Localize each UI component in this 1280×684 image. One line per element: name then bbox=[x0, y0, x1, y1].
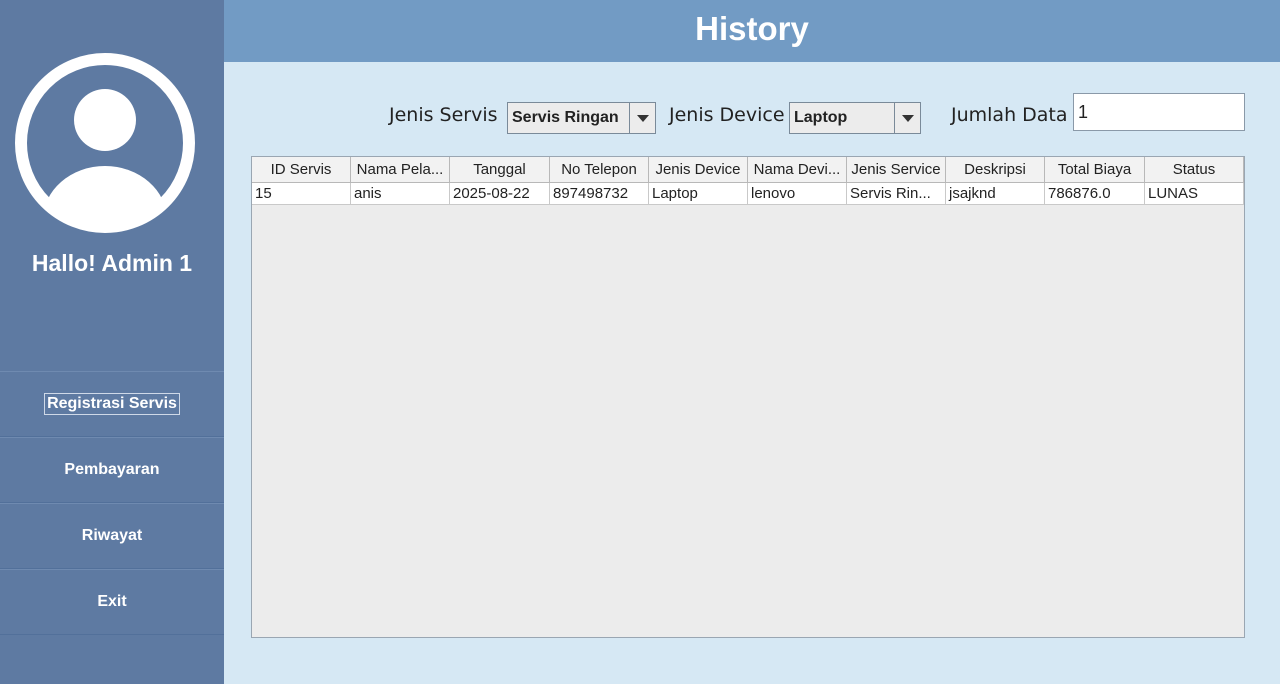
column-header[interactable]: Jenis Service bbox=[847, 157, 946, 183]
jenis-servis-value: Servis Ringan bbox=[512, 109, 619, 126]
table-cell: 897498732 bbox=[550, 183, 649, 205]
column-header[interactable]: Nama Devi... bbox=[748, 157, 847, 183]
jenis-device-label: Jenis Device bbox=[669, 104, 785, 126]
main-content: Jenis Servis Servis Ringan Jenis Device … bbox=[224, 62, 1280, 684]
table-cell: 2025-08-22 bbox=[450, 183, 550, 205]
table-cell: Servis Rin... bbox=[847, 183, 946, 205]
table-cell: jsajknd bbox=[946, 183, 1045, 205]
table-cell: anis bbox=[351, 183, 450, 205]
table-cell: lenovo bbox=[748, 183, 847, 205]
jenis-servis-label: Jenis Servis bbox=[389, 104, 498, 126]
column-header[interactable]: Jenis Device bbox=[649, 157, 748, 183]
sidebar-item-exit[interactable]: Exit bbox=[0, 569, 224, 635]
jenis-device-value: Laptop bbox=[794, 109, 848, 126]
table-cell: Laptop bbox=[649, 183, 748, 205]
jenis-servis-select[interactable]: Servis Ringan bbox=[507, 102, 656, 134]
jumlah-data-field[interactable]: 1 bbox=[1073, 93, 1245, 131]
sidebar: Hallo! Admin 1 Registrasi Servis Pembaya… bbox=[0, 0, 224, 684]
column-header[interactable]: Tanggal bbox=[450, 157, 550, 183]
sidebar-item-label: Exit bbox=[97, 593, 127, 610]
jumlah-data-label: Jumlah Data bbox=[951, 104, 1068, 126]
table-cell: 15 bbox=[252, 183, 351, 205]
sidebar-item-label: Riwayat bbox=[81, 527, 143, 544]
column-header[interactable]: ID Servis bbox=[252, 157, 351, 183]
chevron-down-icon[interactable] bbox=[629, 103, 655, 133]
page-title: History bbox=[224, 0, 1280, 62]
user-avatar-icon bbox=[15, 53, 195, 233]
sidebar-item-riwayat[interactable]: Riwayat bbox=[0, 503, 224, 569]
column-header[interactable]: Total Biaya bbox=[1045, 157, 1145, 183]
table-row[interactable]: 15 anis 2025-08-22 897498732 Laptop leno… bbox=[252, 183, 1244, 205]
sidebar-item-pembayaran[interactable]: Pembayaran bbox=[0, 437, 224, 503]
table-header: ID Servis Nama Pela... Tanggal No Telepo… bbox=[252, 157, 1244, 183]
history-table[interactable]: ID Servis Nama Pela... Tanggal No Telepo… bbox=[251, 156, 1245, 638]
column-header[interactable]: No Telepon bbox=[550, 157, 649, 183]
sidebar-item-registrasi-servis[interactable]: Registrasi Servis bbox=[0, 371, 224, 437]
column-header[interactable]: Status bbox=[1145, 157, 1244, 183]
column-header[interactable]: Nama Pela... bbox=[351, 157, 450, 183]
jenis-device-select[interactable]: Laptop bbox=[789, 102, 921, 134]
greeting-text: Hallo! Admin 1 bbox=[31, 250, 193, 276]
table-cell: LUNAS bbox=[1145, 183, 1244, 205]
sidebar-nav: Registrasi Servis Pembayaran Riwayat Exi… bbox=[0, 371, 224, 635]
sidebar-item-label: Registrasi Servis bbox=[44, 393, 180, 415]
column-header[interactable]: Deskripsi bbox=[946, 157, 1045, 183]
table-cell: 786876.0 bbox=[1045, 183, 1145, 205]
sidebar-item-label: Pembayaran bbox=[64, 461, 160, 478]
chevron-down-icon[interactable] bbox=[894, 103, 920, 133]
